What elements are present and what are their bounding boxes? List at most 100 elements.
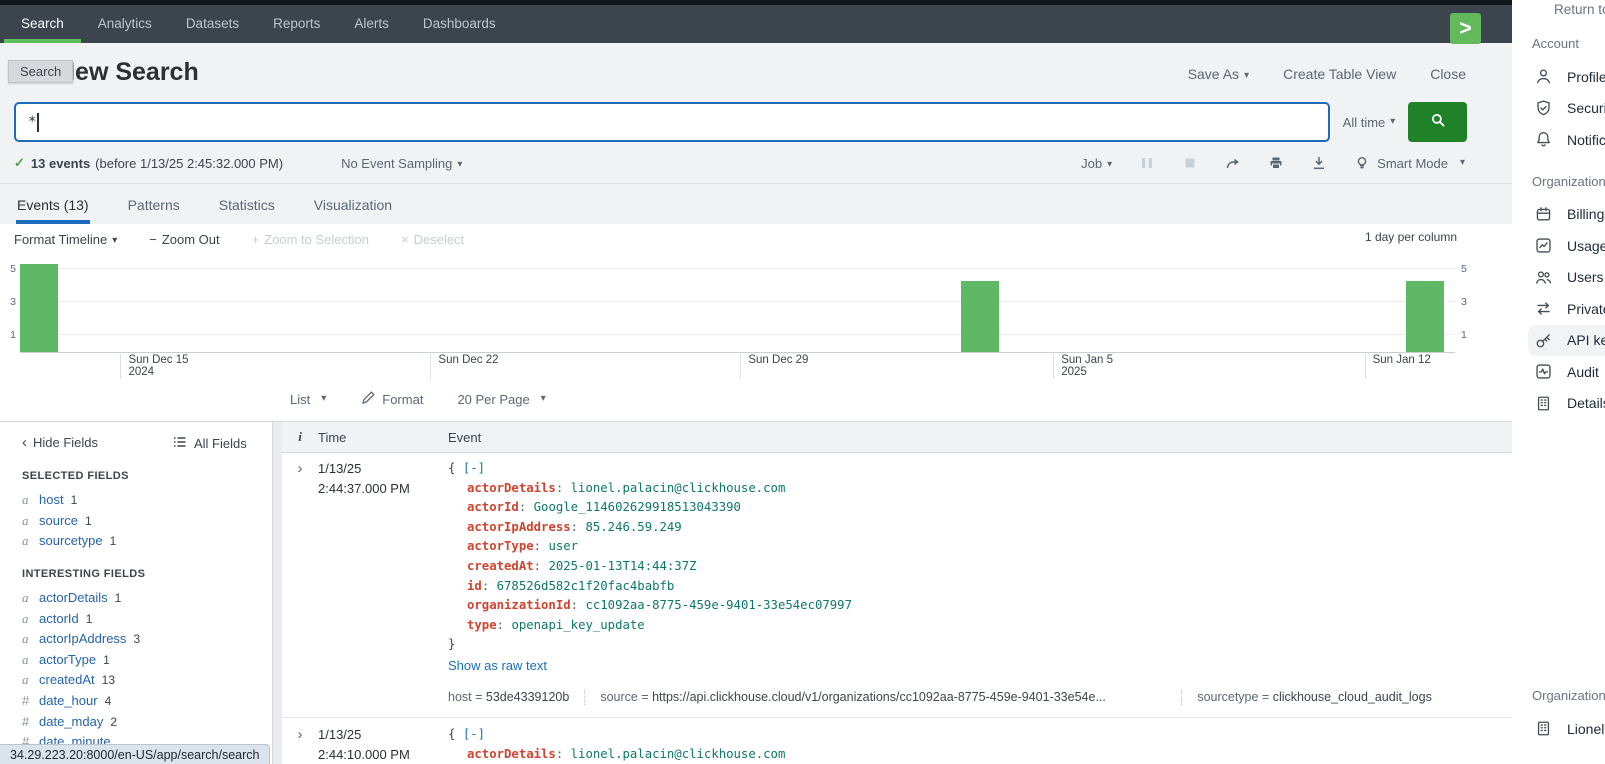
panel-item-audit[interactable]: Audit [1528,356,1605,388]
display-type-dropdown[interactable]: List [290,392,326,407]
panel-item-security[interactable]: Security [1528,93,1605,125]
hide-fields-button[interactable]: Hide Fields [22,434,98,451]
search-button[interactable] [1408,102,1467,142]
json-value: 678526d582c1f20fac4babfb [497,579,675,593]
json-key: actorId [467,500,519,514]
field-actortype[interactable]: aactorType1 [22,650,266,671]
format-results-button[interactable]: Format [360,390,423,409]
collapse-link[interactable]: [-] [463,727,485,741]
y-tick-label: 3 [1461,296,1473,308]
stop-icon[interactable] [1182,155,1198,171]
zoom-out-button[interactable]: Zoom Out [149,232,219,247]
timeline-bar[interactable] [1406,281,1444,352]
panel-item-label: Billing [1567,206,1604,222]
x-axis-tick: Sun Dec 152024 [120,352,188,379]
panel-item-billing[interactable]: Billing [1528,199,1605,231]
meta-key: sourcetype = [1197,690,1272,704]
y-tick-label: 1 [4,329,16,341]
nav-item-dashboards[interactable]: Dashboards [406,5,513,43]
meta-field-source[interactable]: source = https://api.clickhouse.cloud/v1… [600,688,1166,708]
field-name[interactable]: actorId [39,609,79,629]
field-date-mday[interactable]: #date_mday2 [22,712,266,733]
tab-patterns[interactable]: Patterns [127,186,181,224]
field-name[interactable]: actorIpAddress [39,629,126,649]
pause-icon[interactable] [1139,155,1155,171]
panel-item-lionel[interactable]: Lionel [1528,713,1605,745]
field-actoripaddress[interactable]: aactorIpAddress3 [22,629,266,650]
return-link[interactable]: Return to [1554,2,1605,17]
json-field-line: id: 678526d582c1f20fac4babfb [448,577,1512,597]
panel-item-notifications[interactable]: Notifications [1528,124,1605,156]
export-icon[interactable] [1311,155,1327,171]
job-status-bar: ✓ 13 events (before 1/13/25 2:45:32.000 … [14,152,1465,174]
field-sourcetype[interactable]: asourcetype1 [22,531,266,552]
all-fields-button[interactable]: All Fields [172,434,247,453]
field-name[interactable]: actorType [39,650,96,670]
results-lower: Hide Fields All Fields SELECTED FIELDS a… [0,421,1512,764]
panel-item-private-endpoints[interactable]: Private endpoints [1528,293,1605,325]
search-input[interactable]: * [14,102,1330,142]
results-tabs: Events (13) Patterns Statistics Visualizati… [16,186,393,224]
event-clock: 2:44:10.000 PM [318,745,448,764]
field-source[interactable]: asource1 [22,511,266,532]
x-axis-tick: Sun Jan 12 [1365,352,1431,379]
field-createdat[interactable]: acreatedAt13 [22,670,266,691]
timeline-bar[interactable] [20,264,58,352]
tab-events-13[interactable]: Events (13) [16,186,90,224]
results-content: Format Timeline Zoom Out Zoom to Selecti… [0,224,1512,764]
field-actordetails[interactable]: aactorDetails1 [22,588,266,609]
json-value: Google_114602629918513043390 [534,500,741,514]
panel-item-api-keys[interactable]: API keys [1528,325,1605,357]
tab-visualization[interactable]: Visualization [313,186,393,224]
panel-item-users[interactable]: Users [1528,262,1605,294]
collapse-link[interactable]: [-] [463,461,485,475]
splunk-logo-icon[interactable]: > [1450,13,1481,44]
section-title: Organizations [1532,688,1605,703]
tab-statistics[interactable]: Statistics [218,186,276,224]
time-range-picker[interactable]: All time [1330,102,1408,142]
format-timeline-dropdown[interactable]: Format Timeline [14,232,117,247]
per-page-dropdown[interactable]: 20 Per Page [457,392,545,407]
timeline-bar[interactable] [961,281,999,352]
close-button[interactable]: Close [1430,66,1466,82]
field-name[interactable]: actorDetails [39,588,108,608]
x-tick-label: Sun Jan 5 [1061,354,1113,366]
event-sampling-dropdown[interactable]: No Event Sampling [341,156,462,171]
field-name[interactable]: host [39,490,64,510]
json-colon: : [534,539,549,553]
field-actorid[interactable]: aactorId1 [22,609,266,630]
field-host[interactable]: ahost1 [22,490,266,511]
field-type-icon: a [22,588,32,608]
field-name[interactable]: createdAt [39,670,95,690]
search-mode-selector[interactable]: Smart Mode [1354,155,1465,171]
meta-field-sourcetype[interactable]: sourcetype = clickhouse_cloud_audit_logs [1197,688,1432,708]
event-count-range: (before 1/13/25 2:45:32.000 PM) [95,156,283,171]
field-name[interactable]: sourcetype [39,531,103,551]
meta-field-host[interactable]: host = 53de4339120b [448,688,569,708]
panel-item-details[interactable]: Details [1528,388,1605,420]
nav-item-reports[interactable]: Reports [256,5,337,43]
share-icon[interactable] [1225,155,1241,171]
print-icon[interactable] [1268,155,1284,171]
nav-item-analytics[interactable]: Analytics [81,5,169,43]
field-name[interactable]: source [39,511,78,531]
timeline-scale-label: 1 day per column [1365,230,1457,244]
right-panel-sections: AccountProfileSecurityNotificationsOrgan… [1528,36,1605,437]
nav-item-search[interactable]: Search [4,5,81,43]
field-date-hour[interactable]: #date_hour4 [22,691,266,712]
show-raw-text-link[interactable]: Show as raw text [448,656,1512,676]
field-type-icon: a [22,670,32,690]
expand-chevron-icon[interactable]: › [282,725,318,764]
nav-item-alerts[interactable]: Alerts [337,5,406,43]
save-as-button[interactable]: Save As [1188,66,1249,82]
event-json: { [-]actorDetails: lionel.palacin@clickh… [448,725,1512,764]
expand-chevron-icon[interactable]: › [282,459,318,707]
field-name[interactable]: date_hour [39,691,98,711]
panel-item-profile[interactable]: Profile [1528,61,1605,93]
nav-item-datasets[interactable]: Datasets [169,5,256,43]
panel-section-account: AccountProfileSecurityNotifications [1528,36,1605,156]
panel-item-usage[interactable]: Usage [1528,230,1605,262]
field-name[interactable]: date_mday [39,712,103,732]
create-table-view-button[interactable]: Create Table View [1283,66,1396,82]
job-menu[interactable]: Job [1081,156,1112,171]
